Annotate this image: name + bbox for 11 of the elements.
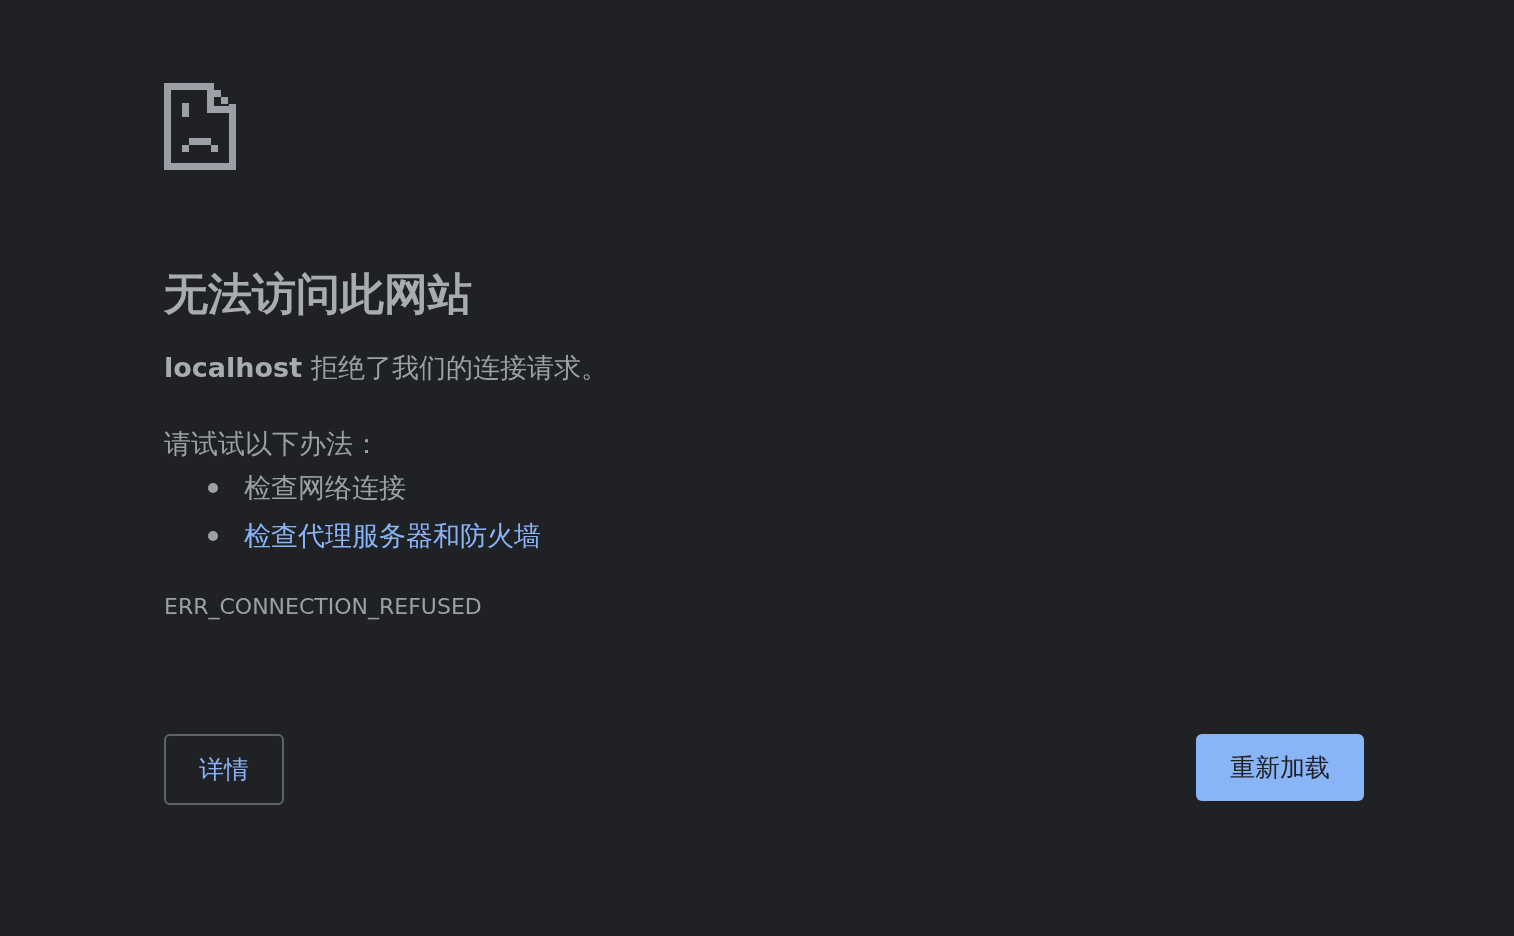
suggestions-heading: 请试试以下办法： [164, 427, 381, 461]
error-message: localhost 拒绝了我们的连接请求。 [164, 351, 609, 385]
error-code: ERR_CONNECTION_REFUSED [164, 593, 483, 622]
error-heading: 无法访问此网站 [164, 267, 473, 321]
suggestion-text: 检查网络连接 [244, 471, 406, 505]
suggestion-link[interactable]: 检查代理服务器和防火墙 [244, 516, 541, 556]
bullet-icon [208, 483, 218, 493]
details-button[interactable]: 详情 [164, 734, 284, 805]
sad-page-icon [164, 83, 236, 170]
reload-button[interactable]: 重新加载 [1196, 734, 1364, 801]
bullet-icon [208, 531, 218, 541]
